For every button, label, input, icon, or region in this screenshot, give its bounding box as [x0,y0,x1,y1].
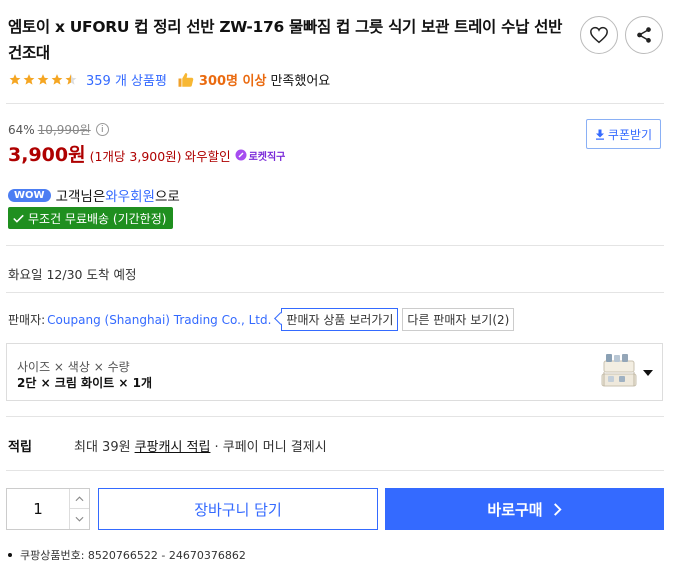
wow-discount-label: 와우할인 [184,149,231,164]
free-shipping-text: 무조건 무료배송 (기간한정) [28,211,167,226]
share-icon [637,27,651,43]
rocket-direct-badge: 로켓직구 [235,148,286,163]
delivery-date: 화요일 12/30 도착 예정 [8,267,137,282]
unit-price: (1개당 3,900원) [89,149,182,164]
original-price: 10,990원 [37,123,91,137]
price-row: 3,900원 (1개당 3,900원) 와우할인 로켓직구 [8,140,285,167]
thumbs-up-icon [178,72,194,87]
option-thumbnail-image [601,354,637,387]
add-to-cart-label: 장바구니 담기 [194,500,282,519]
seller-label: 판매자: [8,313,46,327]
star-icon [37,74,49,85]
divider [6,292,664,293]
free-shipping-badge: 무조건 무료배송 (기간한정) [8,207,174,229]
divider [6,103,664,104]
wow-badge: WOW [8,188,51,202]
divider [6,470,664,471]
buy-now-button[interactable]: 바로구매 [385,488,664,530]
chevron-up-icon [75,495,84,501]
product-number: 쿠팡상품번호: 8520766522 - 24670376862 [20,549,246,562]
star-icon [51,74,63,85]
reward-max-amount: 최대 39원 [74,440,131,455]
product-number-row: 쿠팡상품번호: 8520766522 - 24670376862 [8,547,246,563]
buy-now-label: 바로구매 [487,500,543,519]
rocket-label: 로켓직구 [248,151,286,163]
coupon-button[interactable]: 쿠폰받기 [586,119,661,149]
sale-price: 3,900원 [8,144,86,166]
rating-row: 359 개 상품평 300명 이상 만족했어요 [8,70,330,89]
chevron-right-icon [553,502,562,516]
rocket-icon [235,149,247,161]
quantity-input[interactable] [7,489,69,529]
satisfied-text: 만족했어요 [270,74,331,89]
satisfied-count: 300명 이상 [198,74,267,89]
check-icon [13,214,24,223]
option-selected-values: 2단 × 크림 화이트 × 1개 [17,376,152,390]
quantity-decrease-button[interactable] [69,509,89,529]
seller-name-link[interactable]: Coupang (Shanghai) Trading Co., Ltd. [47,313,271,327]
star-half-icon [65,74,77,85]
review-count-link[interactable]: 359 개 상품평 [86,70,167,89]
star-icon [23,74,35,85]
reward-row: 적립 최대 39원 쿠팡캐시 적립 · 쿠페이 머니 결제시 [8,436,327,455]
download-icon [595,129,604,140]
wow-member-row: WOW 고객님은 와우회원 으로 [8,185,180,205]
product-title: 엠토이 x UFORU 컵 정리 선반 ZW-176 물빠짐 컵 그릇 식기 보… [8,18,563,62]
option-selector[interactable]: 사이즈 × 색상 × 수량 2단 × 크림 화이트 × 1개 [6,343,663,401]
coupang-cash-link[interactable]: 쿠팡캐시 적립 [135,436,211,455]
chevron-down-icon [643,370,653,376]
option-labels: 사이즈 × 색상 × 수량 [17,360,130,374]
add-to-cart-button[interactable]: 장바구니 담기 [98,488,378,530]
heart-icon [590,26,608,44]
bullet [8,553,12,557]
wow-text-prefix: 고객님은 [55,189,106,205]
wow-text-suffix: 으로 [154,189,180,205]
wishlist-button[interactable] [580,16,618,54]
info-icon[interactable]: i [95,123,109,136]
share-button[interactable] [625,16,663,54]
divider [6,245,664,246]
reward-title: 적립 [8,440,32,455]
divider [6,416,664,417]
other-sellers-button[interactable]: 다른 판매자 보기(2) [402,308,515,331]
original-price-row: 64% 10,990원 i [8,121,109,138]
view-seller-products-button[interactable]: 판매자 상품 보러가기 [281,308,399,331]
quantity-stepper [6,488,90,530]
coupon-label: 쿠폰받기 [607,127,653,142]
seller-row: 판매자: Coupang (Shanghai) Trading Co., Ltd… [8,308,515,331]
star-rating[interactable] [8,73,78,86]
discount-rate: 64% [8,122,35,137]
chevron-down-icon [75,516,84,522]
wow-member-type: 와우회원 [105,189,155,205]
star-icon [9,74,21,85]
quantity-increase-button[interactable] [69,489,89,509]
reward-condition: · 쿠페이 머니 결제시 [214,440,327,455]
